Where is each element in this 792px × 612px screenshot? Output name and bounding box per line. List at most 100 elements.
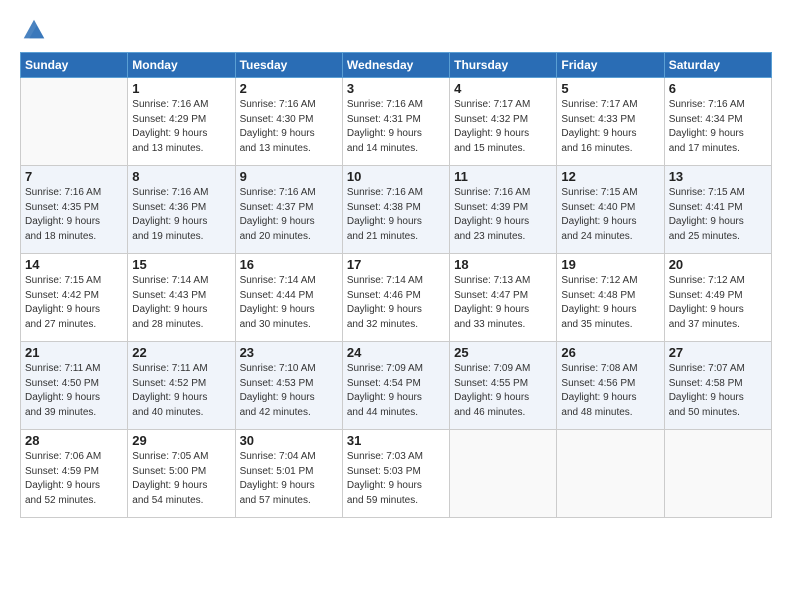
week-row-4: 28 Sunrise: 7:06 AMSunset: 4:59 PMDayligh… <box>21 430 772 518</box>
col-header-monday: Monday <box>128 53 235 78</box>
day-info: Sunrise: 7:14 AMSunset: 4:43 PMDaylight:… <box>132 274 230 332</box>
day-number: 4 <box>454 81 552 96</box>
day-number: 21 <box>25 345 123 360</box>
day-number: 12 <box>561 169 659 184</box>
day-cell: 29 Sunrise: 7:05 AMSunset: 5:00 PMDayligh… <box>128 430 235 518</box>
week-row-0: 1 Sunrise: 7:16 AMSunset: 4:29 PMDaylight… <box>21 78 772 166</box>
day-number: 8 <box>132 169 230 184</box>
day-info: Sunrise: 7:14 AMSunset: 4:46 PMDaylight:… <box>347 274 445 332</box>
day-info: Sunrise: 7:10 AMSunset: 4:53 PMDaylight:… <box>240 362 338 420</box>
col-header-friday: Friday <box>557 53 664 78</box>
day-cell <box>557 430 664 518</box>
day-number: 19 <box>561 257 659 272</box>
day-number: 29 <box>132 433 230 448</box>
calendar-body: 1 Sunrise: 7:16 AMSunset: 4:29 PMDaylight… <box>21 78 772 518</box>
day-info: Sunrise: 7:16 AMSunset: 4:39 PMDaylight:… <box>454 186 552 244</box>
day-cell: 12 Sunrise: 7:15 AMSunset: 4:40 PMDayligh… <box>557 166 664 254</box>
day-cell: 11 Sunrise: 7:16 AMSunset: 4:39 PMDayligh… <box>450 166 557 254</box>
week-row-3: 21 Sunrise: 7:11 AMSunset: 4:50 PMDayligh… <box>21 342 772 430</box>
day-cell: 4 Sunrise: 7:17 AMSunset: 4:32 PMDaylight… <box>450 78 557 166</box>
day-info: Sunrise: 7:15 AMSunset: 4:41 PMDaylight:… <box>669 186 767 244</box>
day-info: Sunrise: 7:05 AMSunset: 5:00 PMDaylight:… <box>132 450 230 508</box>
day-number: 16 <box>240 257 338 272</box>
day-number: 27 <box>669 345 767 360</box>
day-number: 28 <box>25 433 123 448</box>
calendar-table: SundayMondayTuesdayWednesdayThursdayFrid… <box>20 52 772 518</box>
day-cell: 10 Sunrise: 7:16 AMSunset: 4:38 PMDayligh… <box>342 166 449 254</box>
day-info: Sunrise: 7:09 AMSunset: 4:55 PMDaylight:… <box>454 362 552 420</box>
day-cell <box>450 430 557 518</box>
day-cell: 13 Sunrise: 7:15 AMSunset: 4:41 PMDayligh… <box>664 166 771 254</box>
day-info: Sunrise: 7:16 AMSunset: 4:30 PMDaylight:… <box>240 98 338 156</box>
day-cell: 15Sunrise: 7:14 AMSunset: 4:43 PMDayligh… <box>128 254 235 342</box>
day-number: 10 <box>347 169 445 184</box>
day-number: 11 <box>454 169 552 184</box>
day-number: 9 <box>240 169 338 184</box>
day-info: Sunrise: 7:04 AMSunset: 5:01 PMDaylight:… <box>240 450 338 508</box>
day-cell: 27 Sunrise: 7:07 AMSunset: 4:58 PMDayligh… <box>664 342 771 430</box>
day-number: 30 <box>240 433 338 448</box>
day-info: Sunrise: 7:12 AMSunset: 4:49 PMDaylight:… <box>669 274 767 332</box>
day-cell: 28 Sunrise: 7:06 AMSunset: 4:59 PMDayligh… <box>21 430 128 518</box>
col-header-tuesday: Tuesday <box>235 53 342 78</box>
day-cell: 6 Sunrise: 7:16 AMSunset: 4:34 PMDaylight… <box>664 78 771 166</box>
week-row-1: 7Sunrise: 7:16 AMSunset: 4:35 PMDaylight… <box>21 166 772 254</box>
day-info: Sunrise: 7:15 AMSunset: 4:40 PMDaylight:… <box>561 186 659 244</box>
day-info: Sunrise: 7:12 AMSunset: 4:48 PMDaylight:… <box>561 274 659 332</box>
day-number: 31 <box>347 433 445 448</box>
day-number: 23 <box>240 345 338 360</box>
day-info: Sunrise: 7:11 AMSunset: 4:50 PMDaylight:… <box>25 362 123 420</box>
day-info: Sunrise: 7:16 AMSunset: 4:36 PMDaylight:… <box>132 186 230 244</box>
day-cell: 17 Sunrise: 7:14 AMSunset: 4:46 PMDayligh… <box>342 254 449 342</box>
day-number: 25 <box>454 345 552 360</box>
day-cell: 25 Sunrise: 7:09 AMSunset: 4:55 PMDayligh… <box>450 342 557 430</box>
col-header-wednesday: Wednesday <box>342 53 449 78</box>
day-info: Sunrise: 7:13 AMSunset: 4:47 PMDaylight:… <box>454 274 552 332</box>
day-number: 24 <box>347 345 445 360</box>
col-header-thursday: Thursday <box>450 53 557 78</box>
day-info: Sunrise: 7:16 AMSunset: 4:37 PMDaylight:… <box>240 186 338 244</box>
day-cell <box>21 78 128 166</box>
day-number: 26 <box>561 345 659 360</box>
day-cell: 16 Sunrise: 7:14 AMSunset: 4:44 PMDayligh… <box>235 254 342 342</box>
day-number: 22 <box>132 345 230 360</box>
day-info: Sunrise: 7:08 AMSunset: 4:56 PMDaylight:… <box>561 362 659 420</box>
day-info: Sunrise: 7:17 AMSunset: 4:33 PMDaylight:… <box>561 98 659 156</box>
day-cell: 5 Sunrise: 7:17 AMSunset: 4:33 PMDaylight… <box>557 78 664 166</box>
day-info: Sunrise: 7:14 AMSunset: 4:44 PMDaylight:… <box>240 274 338 332</box>
header <box>20 16 772 44</box>
logo <box>20 16 52 44</box>
day-number: 6 <box>669 81 767 96</box>
day-cell: 24Sunrise: 7:09 AMSunset: 4:54 PMDayligh… <box>342 342 449 430</box>
day-cell <box>664 430 771 518</box>
day-number: 18 <box>454 257 552 272</box>
day-cell: 8 Sunrise: 7:16 AMSunset: 4:36 PMDaylight… <box>128 166 235 254</box>
day-info: Sunrise: 7:16 AMSunset: 4:38 PMDaylight:… <box>347 186 445 244</box>
day-number: 20 <box>669 257 767 272</box>
day-number: 14 <box>25 257 123 272</box>
page: SundayMondayTuesdayWednesdayThursdayFrid… <box>0 0 792 528</box>
day-number: 17 <box>347 257 445 272</box>
day-info: Sunrise: 7:16 AMSunset: 4:34 PMDaylight:… <box>669 98 767 156</box>
day-cell: 31Sunrise: 7:03 AMSunset: 5:03 PMDayligh… <box>342 430 449 518</box>
day-cell: 3Sunrise: 7:16 AMSunset: 4:31 PMDaylight… <box>342 78 449 166</box>
col-header-saturday: Saturday <box>664 53 771 78</box>
week-row-2: 14Sunrise: 7:15 AMSunset: 4:42 PMDayligh… <box>21 254 772 342</box>
day-number: 3 <box>347 81 445 96</box>
day-cell: 1 Sunrise: 7:16 AMSunset: 4:29 PMDaylight… <box>128 78 235 166</box>
col-header-sunday: Sunday <box>21 53 128 78</box>
day-cell: 7Sunrise: 7:16 AMSunset: 4:35 PMDaylight… <box>21 166 128 254</box>
day-number: 5 <box>561 81 659 96</box>
day-cell: 14Sunrise: 7:15 AMSunset: 4:42 PMDayligh… <box>21 254 128 342</box>
day-cell: 26 Sunrise: 7:08 AMSunset: 4:56 PMDayligh… <box>557 342 664 430</box>
day-info: Sunrise: 7:17 AMSunset: 4:32 PMDaylight:… <box>454 98 552 156</box>
day-info: Sunrise: 7:07 AMSunset: 4:58 PMDaylight:… <box>669 362 767 420</box>
day-cell: 22Sunrise: 7:11 AMSunset: 4:52 PMDayligh… <box>128 342 235 430</box>
day-info: Sunrise: 7:06 AMSunset: 4:59 PMDaylight:… <box>25 450 123 508</box>
calendar-header-row: SundayMondayTuesdayWednesdayThursdayFrid… <box>21 53 772 78</box>
day-info: Sunrise: 7:16 AMSunset: 4:29 PMDaylight:… <box>132 98 230 156</box>
day-cell: 30 Sunrise: 7:04 AMSunset: 5:01 PMDayligh… <box>235 430 342 518</box>
day-number: 1 <box>132 81 230 96</box>
day-cell: 18 Sunrise: 7:13 AMSunset: 4:47 PMDayligh… <box>450 254 557 342</box>
day-number: 13 <box>669 169 767 184</box>
